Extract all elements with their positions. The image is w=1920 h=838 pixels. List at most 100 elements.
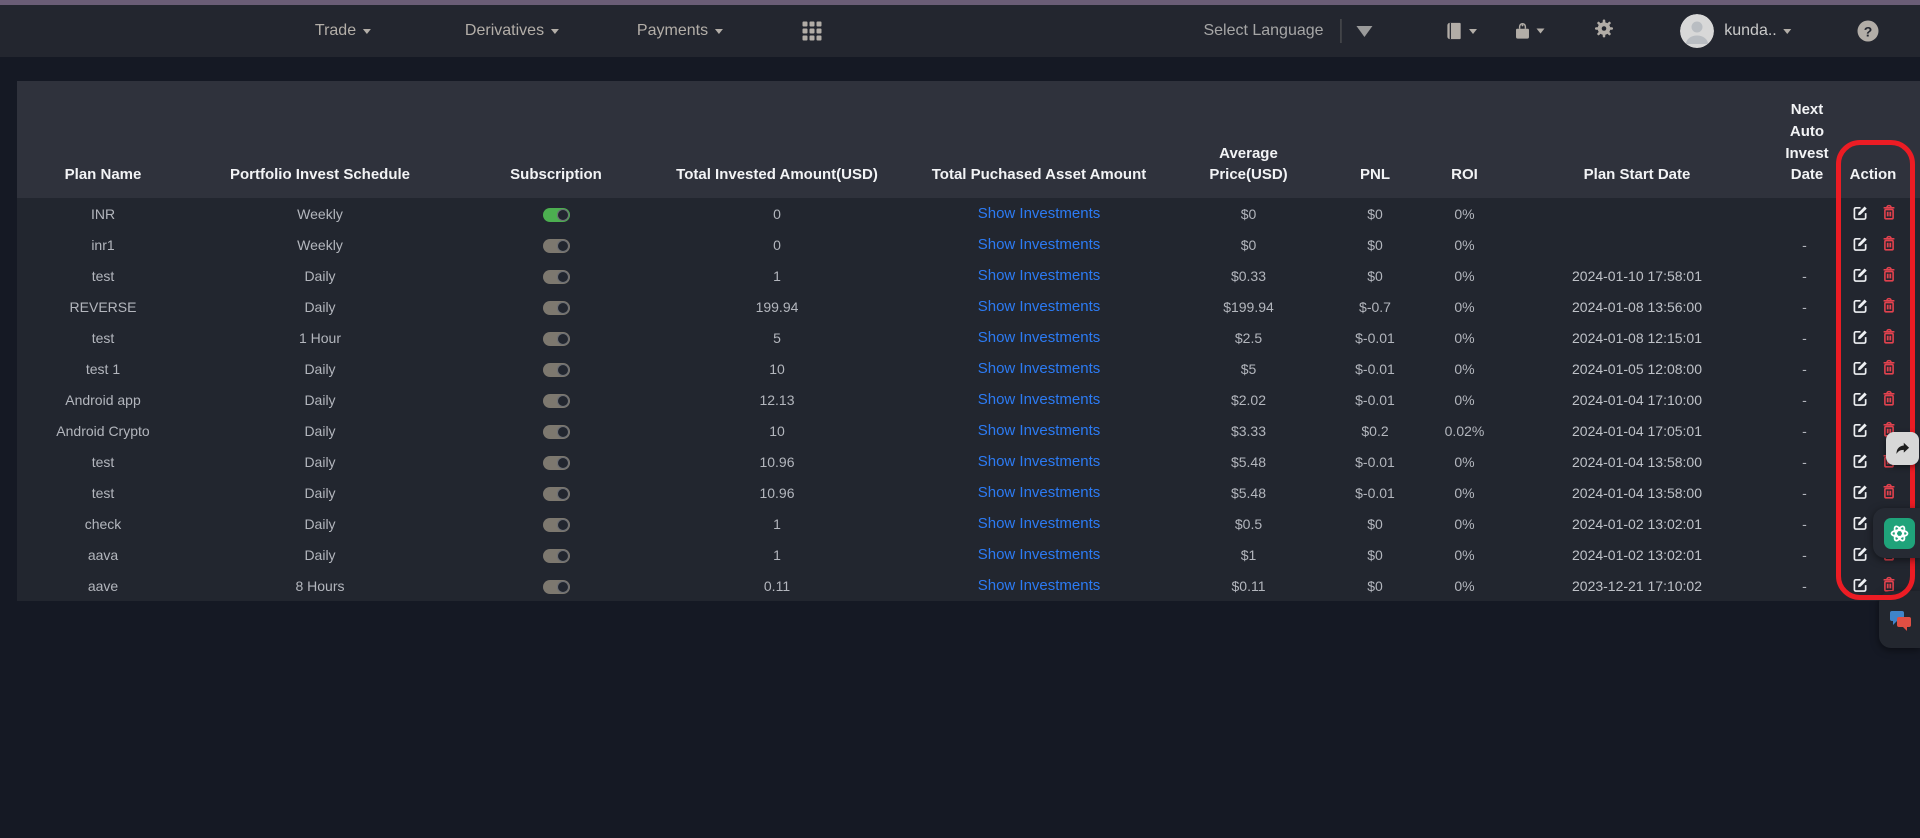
wallet-button[interactable]	[1514, 21, 1545, 42]
show-investments-link[interactable]: Show Investments	[978, 236, 1101, 253]
subscription-toggle[interactable]	[543, 580, 570, 594]
roi-cell: 0%	[1438, 384, 1491, 415]
roi-cell: 0%	[1438, 508, 1491, 539]
edit-button[interactable]	[1853, 391, 1868, 409]
show-investments-link[interactable]: Show Investments	[978, 391, 1101, 408]
edit-icon	[1853, 205, 1868, 220]
edit-icon	[1853, 236, 1868, 251]
roi-cell: 0%	[1438, 570, 1491, 601]
show-investments-link[interactable]: Show Investments	[978, 577, 1101, 594]
schedule-cell: Weekly	[189, 229, 451, 260]
show-investments-link[interactable]: Show Investments	[978, 422, 1101, 439]
schedule-cell: Daily	[189, 539, 451, 570]
edit-button[interactable]	[1853, 298, 1868, 316]
subscription-cell	[451, 415, 661, 446]
edit-icon	[1853, 391, 1868, 406]
nav-menu-payments[interactable]: Payments	[637, 22, 723, 40]
plan-start-date-cell: 2024-01-04 13:58:00	[1491, 446, 1783, 477]
subscription-toggle[interactable]	[543, 549, 570, 563]
subscription-toggle[interactable]	[543, 394, 570, 408]
subscription-cell	[451, 508, 661, 539]
edit-button[interactable]	[1853, 267, 1868, 285]
header-next-auto-invest-date: Next Auto Invest Date	[1783, 81, 1826, 198]
show-investments-link[interactable]: Show Investments	[978, 515, 1101, 532]
delete-button[interactable]	[1882, 359, 1896, 378]
chevron-down-icon	[1784, 29, 1792, 34]
plan-start-date-cell: 2024-01-04 17:05:01	[1491, 415, 1783, 446]
delete-button[interactable]	[1882, 328, 1896, 347]
nav-menu-derivatives[interactable]: Derivatives	[465, 22, 559, 40]
purchased-asset-cell: Show Investments	[893, 415, 1185, 446]
wallet-icon	[1514, 21, 1532, 42]
settings-button[interactable]	[1594, 19, 1614, 44]
average-price-cell: $0	[1185, 229, 1312, 260]
subscription-toggle[interactable]	[543, 332, 570, 346]
table-row: INR Weekly 0 Show Investments $0 $0 0%	[17, 198, 1920, 229]
subscription-toggle[interactable]	[543, 301, 570, 315]
delete-button[interactable]	[1882, 483, 1896, 502]
show-investments-link[interactable]: Show Investments	[978, 484, 1101, 501]
chevron-down-icon	[551, 29, 559, 34]
table-row: inr1 Weekly 0 Show Investments $0 $0 0% …	[17, 229, 1920, 260]
avatar[interactable]	[1680, 14, 1714, 48]
gear-icon	[1594, 19, 1614, 39]
subscription-toggle[interactable]	[543, 518, 570, 532]
edit-button[interactable]	[1853, 546, 1868, 564]
subscription-cell	[451, 384, 661, 415]
edit-button[interactable]	[1853, 453, 1868, 471]
subscription-toggle[interactable]	[543, 456, 570, 470]
delete-button[interactable]	[1882, 204, 1896, 223]
subscription-cell	[451, 539, 661, 570]
plan-start-date-cell: 2024-01-08 12:15:01	[1491, 322, 1783, 353]
help-button[interactable]: ?	[1858, 21, 1879, 42]
edit-button[interactable]	[1853, 360, 1868, 378]
subscription-toggle[interactable]	[543, 425, 570, 439]
purchased-asset-cell: Show Investments	[893, 477, 1185, 508]
edit-button[interactable]	[1853, 205, 1868, 223]
edit-button[interactable]	[1853, 515, 1868, 533]
trash-icon	[1882, 359, 1896, 375]
plan-name-cell: check	[17, 508, 189, 539]
show-investments-link[interactable]: Show Investments	[978, 453, 1101, 470]
apps-grid-icon[interactable]	[803, 22, 822, 41]
subscription-toggle[interactable]	[543, 270, 570, 284]
subscription-toggle[interactable]	[543, 239, 570, 253]
show-investments-link[interactable]: Show Investments	[978, 360, 1101, 377]
header-total-invested-amount: Total Invested Amount(USD)	[661, 81, 893, 198]
delete-button[interactable]	[1882, 390, 1896, 409]
delete-button[interactable]	[1882, 297, 1896, 316]
delete-button[interactable]	[1882, 235, 1896, 254]
edit-icon	[1853, 360, 1868, 375]
share-floating-button[interactable]	[1886, 432, 1919, 465]
orders-book-button[interactable]	[1445, 21, 1477, 41]
language-selector[interactable]: Select Language	[1203, 19, 1372, 43]
chat-floating-button[interactable]	[1879, 591, 1920, 648]
action-cell	[1826, 291, 1920, 322]
show-investments-link[interactable]: Show Investments	[978, 205, 1101, 222]
chatgpt-button[interactable]	[1884, 518, 1915, 549]
show-investments-link[interactable]: Show Investments	[978, 546, 1101, 563]
table-row: Android app Daily 12.13 Show Investments…	[17, 384, 1920, 415]
nav-menu-trade[interactable]: Trade	[315, 22, 371, 40]
show-investments-link[interactable]: Show Investments	[978, 329, 1101, 346]
show-investments-link[interactable]: Show Investments	[978, 267, 1101, 284]
edit-button[interactable]	[1853, 577, 1868, 595]
subscription-cell	[451, 477, 661, 508]
schedule-cell: Daily	[189, 260, 451, 291]
average-price-cell: $1	[1185, 539, 1312, 570]
action-cell	[1826, 353, 1920, 384]
user-menu[interactable]: kunda..	[1724, 22, 1791, 40]
edit-button[interactable]	[1853, 236, 1868, 254]
invested-amount-cell: 0	[661, 229, 893, 260]
plan-start-date-cell	[1491, 229, 1783, 260]
subscription-toggle[interactable]	[543, 363, 570, 377]
delete-button[interactable]	[1882, 266, 1896, 285]
average-price-cell: $2.5	[1185, 322, 1312, 353]
subscription-toggle[interactable]	[543, 208, 570, 222]
header-portfolio-invest-schedule: Portfolio Invest Schedule	[189, 81, 451, 198]
edit-button[interactable]	[1853, 484, 1868, 502]
subscription-toggle[interactable]	[543, 487, 570, 501]
edit-button[interactable]	[1853, 422, 1868, 440]
edit-button[interactable]	[1853, 329, 1868, 347]
show-investments-link[interactable]: Show Investments	[978, 298, 1101, 315]
